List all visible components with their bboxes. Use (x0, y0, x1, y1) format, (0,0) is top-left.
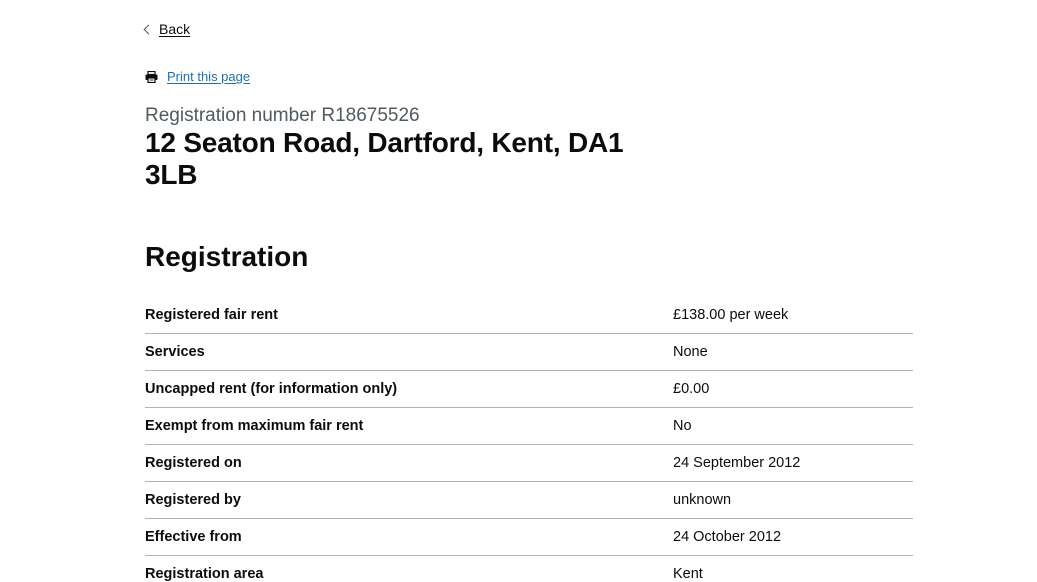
page: Back Print this page Registration number… (0, 0, 1037, 582)
summary-key: Registration area (145, 566, 264, 582)
summary-row: Effective from 24 October 2012 (145, 519, 913, 556)
summary-key: Services (145, 344, 205, 360)
back-link[interactable]: Back (143, 21, 191, 37)
registration-heading: Registration (145, 241, 309, 272)
summary-row: Registration area Kent (145, 556, 913, 582)
chevron-left-icon (143, 24, 154, 35)
summary-value: 24 October 2012 (673, 529, 782, 545)
summary-key: Registered on (145, 455, 242, 471)
summary-value: Kent (673, 566, 703, 582)
page-title: 12 Seaton Road, Dartford, Kent, DA1 3LB (145, 127, 624, 190)
summary-value: 24 September 2012 (673, 455, 801, 471)
summary-row: Services None (145, 334, 913, 371)
summary-row: Uncapped rent (for information only) £0.… (145, 371, 913, 408)
summary-value: unknown (673, 492, 732, 508)
summary-value: £138.00 per week (673, 307, 789, 323)
summary-value: No (673, 418, 692, 434)
summary-row: Exempt from maximum fair rent No (145, 408, 913, 445)
summary-key: Registered fair rent (145, 307, 278, 323)
summary-key: Registered by (145, 492, 241, 508)
summary-key: Uncapped rent (for information only) (145, 381, 398, 397)
summary-row: Registered fair rent £138.00 per week (145, 297, 913, 334)
summary-key: Effective from (145, 529, 242, 545)
print-page-label: Print this page (167, 69, 251, 84)
registration-summary-list: Registered fair rent £138.00 per week Se… (145, 297, 913, 582)
back-link-label: Back (159, 21, 191, 37)
summary-row: Registered by unknown (145, 482, 913, 519)
printer-icon (145, 70, 158, 83)
summary-key: Exempt from maximum fair rent (145, 418, 364, 434)
summary-row: Registered on 24 September 2012 (145, 445, 913, 482)
print-page-link[interactable]: Print this page (145, 69, 250, 84)
summary-value: £0.00 (673, 381, 710, 397)
summary-value: None (673, 344, 708, 360)
registration-number-caption: Registration number R18675526 (145, 105, 420, 126)
